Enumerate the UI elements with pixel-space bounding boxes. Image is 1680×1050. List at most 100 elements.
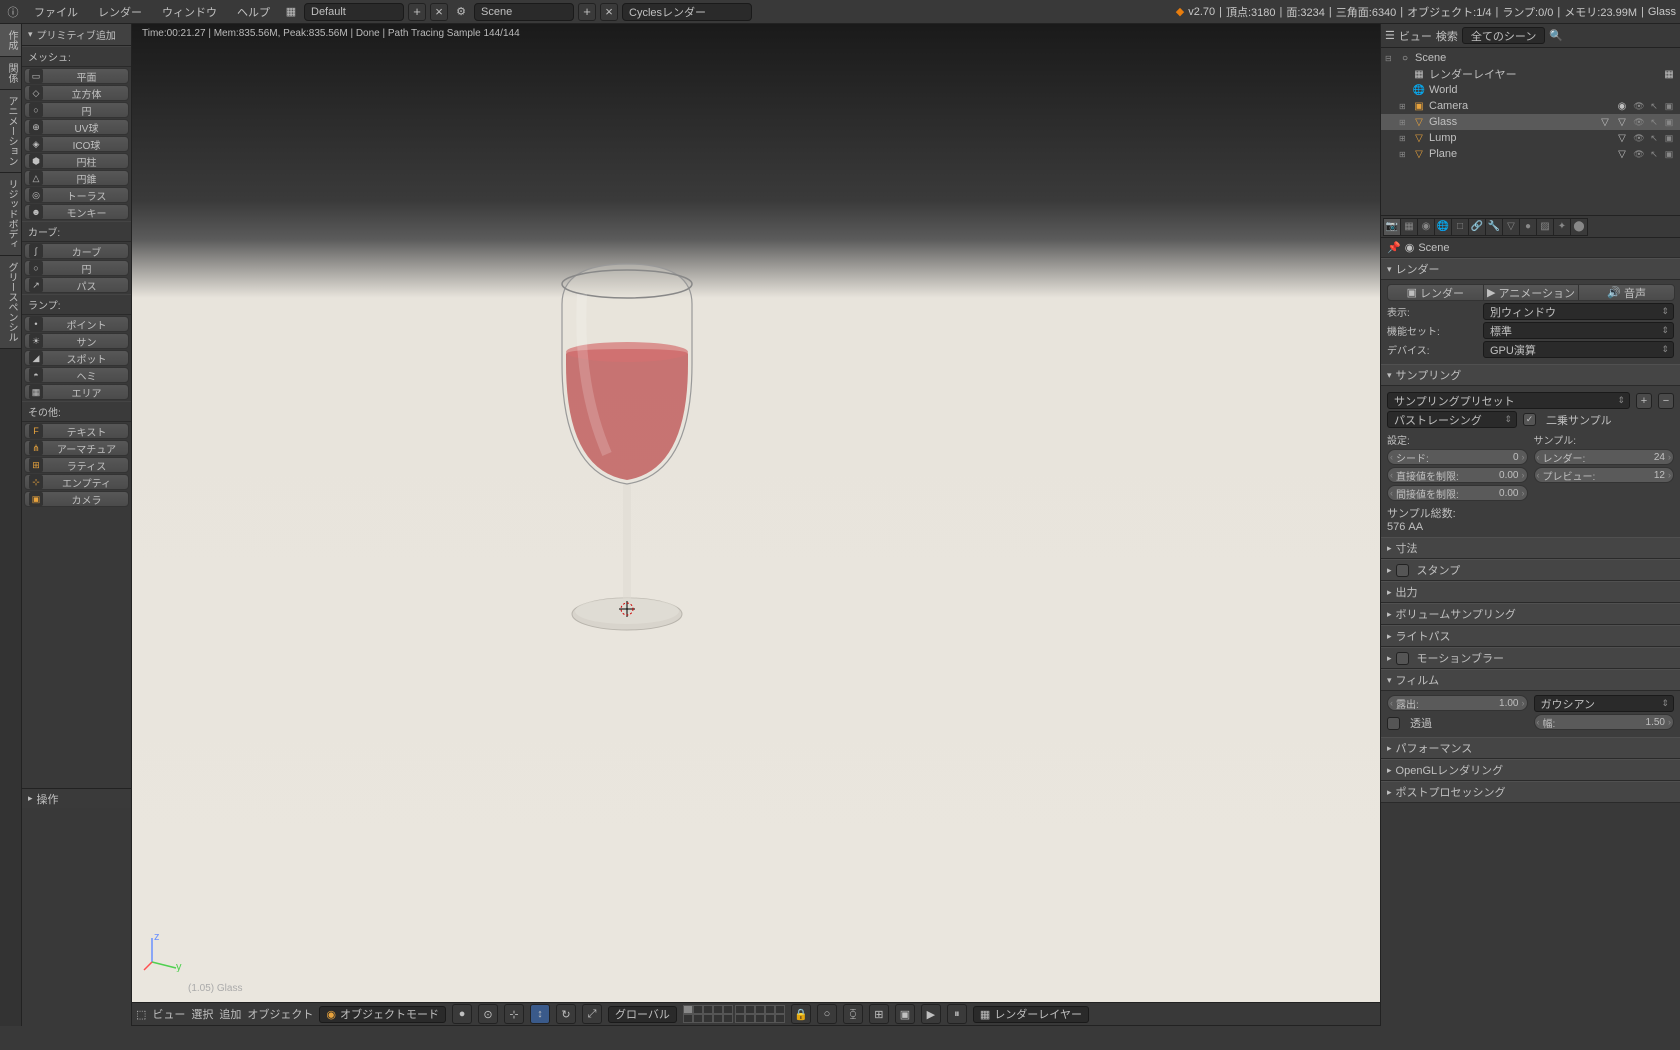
eye-icon[interactable]: 👁	[1632, 147, 1646, 161]
stamp-checkbox[interactable]	[1396, 564, 1409, 577]
device-dropdown[interactable]: GPU演算	[1483, 341, 1674, 358]
tab-material[interactable]: ●	[1519, 218, 1537, 236]
eye-icon[interactable]: 👁	[1632, 115, 1646, 129]
tab-texture[interactable]: ▨	[1536, 218, 1554, 236]
operator-panel[interactable]: 操作	[22, 788, 131, 808]
audio-button[interactable]: 🔊音声	[1578, 284, 1675, 301]
add-icosphere-button[interactable]: ◈ICO球	[24, 136, 129, 152]
add-text-button[interactable]: Fテキスト	[24, 423, 129, 439]
eye-icon[interactable]: 👁	[1632, 131, 1646, 145]
menu-render[interactable]: レンダー	[90, 4, 150, 20]
snap-type-icon[interactable]: ⊞	[869, 1004, 889, 1024]
preset-add[interactable]: +	[1636, 393, 1652, 409]
render-restrict-icon[interactable]: ▣	[1662, 147, 1676, 161]
scene-del-button[interactable]: ×	[600, 3, 618, 21]
add-cylinder-button[interactable]: ⬢円柱	[24, 153, 129, 169]
transparent-checkbox[interactable]	[1387, 717, 1400, 730]
pivot-icon[interactable]: ⊙	[478, 1004, 498, 1024]
menu-add[interactable]: 追加	[219, 1006, 241, 1022]
render-restrict-icon[interactable]: ▣	[1662, 131, 1676, 145]
add-cone-button[interactable]: △円錐	[24, 170, 129, 186]
mb-checkbox[interactable]	[1396, 652, 1409, 665]
tab-greasepencil[interactable]: グリースペンシル	[0, 256, 21, 349]
add-uvsphere-button[interactable]: ⊕UV球	[24, 119, 129, 135]
filter-dropdown[interactable]: ガウシアン	[1534, 695, 1675, 712]
manipulator-toggle[interactable]: ⊹	[504, 1004, 524, 1024]
tab-particles[interactable]: ✦	[1553, 218, 1571, 236]
tab-world[interactable]: 🌐	[1434, 218, 1452, 236]
tab-constraints[interactable]: 🔗	[1468, 218, 1486, 236]
render-anim-icon[interactable]: ▶	[921, 1004, 941, 1024]
square-samples-checkbox[interactable]: ✓	[1523, 413, 1536, 426]
panel-opengl-header[interactable]: OpenGLレンダリング	[1381, 759, 1680, 781]
panel-postprocess-header[interactable]: ポストプロセッシング	[1381, 781, 1680, 803]
search-icon[interactable]: 🔍	[1549, 29, 1563, 42]
menu-file[interactable]: ファイル	[26, 4, 86, 20]
tab-modifiers[interactable]: 🔧	[1485, 218, 1503, 236]
add-sun-button[interactable]: ☀サン	[24, 333, 129, 349]
screen-layout-field[interactable]: Default	[304, 3, 404, 21]
panel-lightpaths-header[interactable]: ライトパス	[1381, 625, 1680, 647]
menu-view[interactable]: ビュー	[152, 1006, 185, 1022]
add-area-button[interactable]: ▦エリア	[24, 384, 129, 400]
screen-layout-icon[interactable]: ▦	[282, 3, 300, 21]
layout-add-button[interactable]: +	[408, 3, 426, 21]
add-hemi-button[interactable]: ◓ヘミ	[24, 367, 129, 383]
seed-field[interactable]: シード:0	[1387, 449, 1528, 465]
outliner-camera-row[interactable]: ⊞▣Camera◉👁↖▣	[1381, 98, 1680, 114]
sampling-preset-dropdown[interactable]: サンプリングプリセット	[1387, 392, 1630, 409]
integrator-dropdown[interactable]: パストレーシング	[1387, 411, 1517, 428]
add-path-button[interactable]: ↗パス	[24, 277, 129, 293]
add-circle-button[interactable]: ○円	[24, 102, 129, 118]
shading-icon[interactable]: ●	[452, 1004, 472, 1024]
add-curve-button[interactable]: ∫カーブ	[24, 243, 129, 259]
panel-render-header[interactable]: レンダー	[1381, 258, 1680, 280]
add-monkey-button[interactable]: ☻モンキー	[24, 204, 129, 220]
snap-icon[interactable]: ⧲	[843, 1004, 863, 1024]
editor-type-icon[interactable]: ⓘ	[4, 3, 22, 21]
add-armature-button[interactable]: ⋔アーマチュア	[24, 440, 129, 456]
display-dropdown[interactable]: 別ウィンドウ	[1483, 303, 1674, 320]
add-curvecircle-button[interactable]: ○円	[24, 260, 129, 276]
pin-icon[interactable]: 📌	[1387, 241, 1401, 254]
render-engine-dropdown[interactable]: Cyclesレンダー	[622, 3, 752, 21]
panel-output-header[interactable]: 出力	[1381, 581, 1680, 603]
render-samples-field[interactable]: レンダー:24	[1534, 449, 1675, 465]
outliner-lump-row[interactable]: ⊞▽Lump▽👁↖▣	[1381, 130, 1680, 146]
menu-object[interactable]: オブジェクト	[247, 1006, 313, 1022]
slot-dropdown[interactable]: ▦レンダーレイヤー	[973, 1006, 1089, 1023]
animation-button[interactable]: ▶アニメーション	[1483, 284, 1580, 301]
feature-dropdown[interactable]: 標準	[1483, 322, 1674, 339]
cursor-icon[interactable]: ↖	[1647, 131, 1661, 145]
menu-help[interactable]: ヘルプ	[229, 4, 278, 20]
3d-viewport[interactable]: Time:00:21.27 | Mem:835.56M, Peak:835.56…	[132, 24, 1380, 1026]
panel-dimensions-header[interactable]: 寸法	[1381, 537, 1680, 559]
panel-sampling-header[interactable]: サンプリング	[1381, 364, 1680, 386]
preview-samples-field[interactable]: プレビュー:12	[1534, 467, 1675, 483]
add-point-button[interactable]: •ポイント	[24, 316, 129, 332]
render-restrict-icon[interactable]: ▣	[1662, 99, 1676, 113]
panel-volume-header[interactable]: ボリュームサンプリング	[1381, 603, 1680, 625]
lock-camera-icon[interactable]: 🔒	[791, 1004, 811, 1024]
layer-buttons[interactable]	[683, 1005, 785, 1023]
clamp-indirect-field[interactable]: 間接値を制限:0.00	[1387, 485, 1528, 501]
add-camera-button[interactable]: ▣カメラ	[24, 491, 129, 507]
add-plane-button[interactable]: ▭平面	[24, 68, 129, 84]
tab-animation[interactable]: アニメーション	[0, 90, 21, 173]
add-spot-button[interactable]: ◢スポット	[24, 350, 129, 366]
add-lattice-button[interactable]: ⊞ラティス	[24, 457, 129, 473]
tab-create[interactable]: 作成	[0, 24, 21, 57]
mode-dropdown[interactable]: ◉オブジェクトモード	[319, 1006, 446, 1023]
preset-minus[interactable]: −	[1658, 393, 1674, 409]
outliner-view-menu[interactable]: ビュー	[1399, 28, 1432, 44]
panel-stamp-header[interactable]: スタンプ	[1381, 559, 1680, 581]
outliner-plane-row[interactable]: ⊞▽Plane▽👁↖▣	[1381, 146, 1680, 162]
cursor-icon[interactable]: ↖	[1647, 99, 1661, 113]
tab-data[interactable]: ▽	[1502, 218, 1520, 236]
manip-scale-icon[interactable]: ⤢	[582, 1004, 602, 1024]
tab-object[interactable]: □	[1451, 218, 1469, 236]
proportional-icon[interactable]: ○	[817, 1004, 837, 1024]
manip-rotate-icon[interactable]: ↻	[556, 1004, 576, 1024]
editor-outliner-icon[interactable]: ☰	[1385, 29, 1395, 42]
eye-icon[interactable]: 👁	[1632, 99, 1646, 113]
